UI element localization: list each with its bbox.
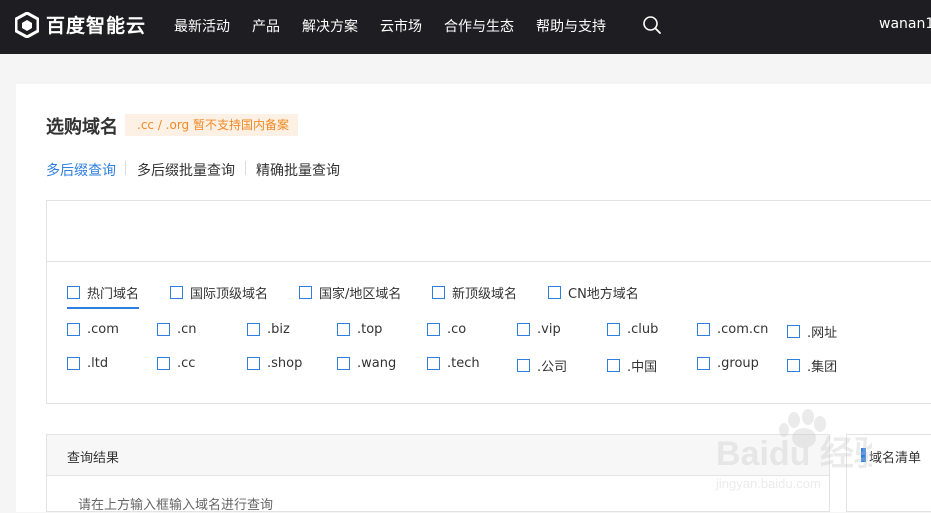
watermark-subtext: jingyan.baidu.com bbox=[715, 476, 821, 491]
tab-multi-suffix[interactable]: 多后缀查询 bbox=[46, 160, 116, 180]
checkbox[interactable] bbox=[787, 359, 800, 372]
suffix-option[interactable]: .cn bbox=[157, 322, 197, 337]
checkbox[interactable] bbox=[427, 323, 440, 336]
tab-exact-batch[interactable]: 精确批量查询 bbox=[256, 160, 340, 180]
nav-item-activities[interactable]: 最新活动 bbox=[174, 16, 230, 36]
suffix-option[interactable]: .网址 bbox=[787, 322, 837, 341]
suffix-option[interactable]: .tech bbox=[427, 356, 480, 371]
checkbox[interactable] bbox=[432, 286, 445, 299]
cart-title: 域名清单 bbox=[869, 451, 922, 466]
tab-divider bbox=[245, 161, 246, 175]
suffix-option[interactable]: .中国 bbox=[607, 356, 657, 375]
top-nav: 百度智能云 最新活动 产品 解决方案 云市场 合作与生态 帮助与支持 wanan… bbox=[0, 0, 931, 54]
nav-item-products[interactable]: 产品 bbox=[252, 16, 280, 36]
brand-name: 百度智能云 bbox=[46, 15, 147, 37]
checkbox[interactable] bbox=[67, 323, 80, 336]
checkbox[interactable] bbox=[299, 286, 312, 299]
checkbox[interactable] bbox=[157, 357, 170, 370]
suffix-option[interactable]: .com bbox=[67, 322, 119, 337]
suffix-option[interactable]: .top bbox=[337, 322, 382, 337]
checkbox[interactable] bbox=[697, 357, 710, 370]
suffix-option[interactable]: .wang bbox=[337, 356, 396, 371]
cloud-logo-icon bbox=[15, 11, 39, 38]
suffix-option[interactable]: .shop bbox=[247, 356, 302, 371]
category-hot[interactable]: 热门域名 bbox=[67, 283, 140, 309]
suffix-option[interactable]: .集团 bbox=[787, 356, 837, 375]
category-cn-local[interactable]: CN地方域名 bbox=[548, 283, 639, 302]
checkbox[interactable] bbox=[607, 359, 620, 372]
checkbox[interactable] bbox=[67, 357, 80, 370]
suffix-option[interactable]: .group bbox=[697, 356, 759, 371]
checkbox[interactable] bbox=[157, 323, 170, 336]
filing-notice: .cc / .org 暂不支持国内备案 bbox=[125, 114, 298, 136]
category-new-tld[interactable]: 新顶级域名 bbox=[432, 283, 517, 302]
checkbox[interactable] bbox=[427, 357, 440, 370]
nav-item-marketplace[interactable]: 云市场 bbox=[380, 16, 422, 36]
checkbox[interactable] bbox=[517, 359, 530, 372]
checkbox[interactable] bbox=[607, 323, 620, 336]
search-icon[interactable] bbox=[642, 15, 662, 35]
tab-divider bbox=[125, 161, 126, 175]
tab-multi-suffix-batch[interactable]: 多后缀批量查询 bbox=[137, 160, 235, 180]
suffix-option[interactable]: .ltd bbox=[67, 356, 108, 371]
suffix-label: .cc bbox=[177, 356, 196, 371]
checkbox[interactable] bbox=[337, 357, 350, 370]
suffix-option[interactable]: .biz bbox=[247, 322, 290, 337]
nav-item-ecosystem[interactable]: 合作与生态 bbox=[444, 16, 514, 36]
checkbox[interactable] bbox=[170, 286, 183, 299]
suffix-label: .cn bbox=[177, 322, 197, 337]
baidu-jingyan-watermark: Baidu 经验 jingyan.baidu.com bbox=[715, 409, 872, 491]
checkbox[interactable] bbox=[697, 323, 710, 336]
category-international[interactable]: 国际顶级域名 bbox=[170, 283, 268, 302]
nav-item-solutions[interactable]: 解决方案 bbox=[302, 16, 358, 36]
suffix-label: .biz bbox=[267, 322, 290, 337]
suffix-label: .wang bbox=[357, 356, 397, 371]
suffix-label: .tech bbox=[447, 356, 480, 371]
page-title: 选购域名 bbox=[46, 117, 118, 138]
nav-item-help[interactable]: 帮助与支持 bbox=[536, 16, 606, 36]
suffix-option[interactable]: .vip bbox=[517, 322, 561, 337]
suffix-label: .中国 bbox=[627, 360, 658, 375]
checkbox[interactable] bbox=[787, 325, 800, 338]
suffix-label: .club bbox=[627, 322, 659, 337]
checkbox[interactable] bbox=[548, 286, 561, 299]
suffix-option[interactable]: .club bbox=[607, 322, 658, 337]
category-country[interactable]: 国家/地区域名 bbox=[299, 283, 401, 302]
suffix-option[interactable]: .co bbox=[427, 322, 466, 337]
suffix-option[interactable]: .cc bbox=[157, 356, 195, 371]
checkbox[interactable] bbox=[67, 286, 80, 299]
checkbox[interactable] bbox=[247, 323, 260, 336]
suffix-option[interactable]: .com.cn bbox=[697, 322, 768, 337]
suffix-label: .vip bbox=[537, 322, 561, 337]
result-hint: 请在上方输入框输入域名进行查询 bbox=[78, 498, 274, 513]
suffix-label: .group bbox=[717, 356, 759, 371]
suffix-label: .co bbox=[447, 322, 467, 337]
result-title: 查询结果 bbox=[67, 451, 120, 466]
user-name[interactable]: wanan1 bbox=[879, 16, 931, 32]
checkbox[interactable] bbox=[337, 323, 350, 336]
suffix-label: .shop bbox=[267, 356, 303, 371]
brand-logo[interactable]: 百度智能云 bbox=[15, 11, 146, 38]
checkbox[interactable] bbox=[517, 323, 530, 336]
suffix-label: .集团 bbox=[807, 360, 838, 375]
checkbox[interactable] bbox=[247, 357, 260, 370]
domain-search-input[interactable] bbox=[47, 201, 931, 262]
suffix-label: .公司 bbox=[537, 360, 568, 375]
suffix-label: .com bbox=[87, 322, 119, 337]
suffix-label: .网址 bbox=[807, 326, 838, 341]
suffix-label: .com.cn bbox=[717, 322, 769, 337]
suffix-label: .ltd bbox=[87, 356, 109, 371]
suffix-option[interactable]: .公司 bbox=[517, 356, 567, 375]
suffix-label: .top bbox=[357, 322, 383, 337]
watermark-text: Baidu 经验 bbox=[716, 434, 872, 473]
